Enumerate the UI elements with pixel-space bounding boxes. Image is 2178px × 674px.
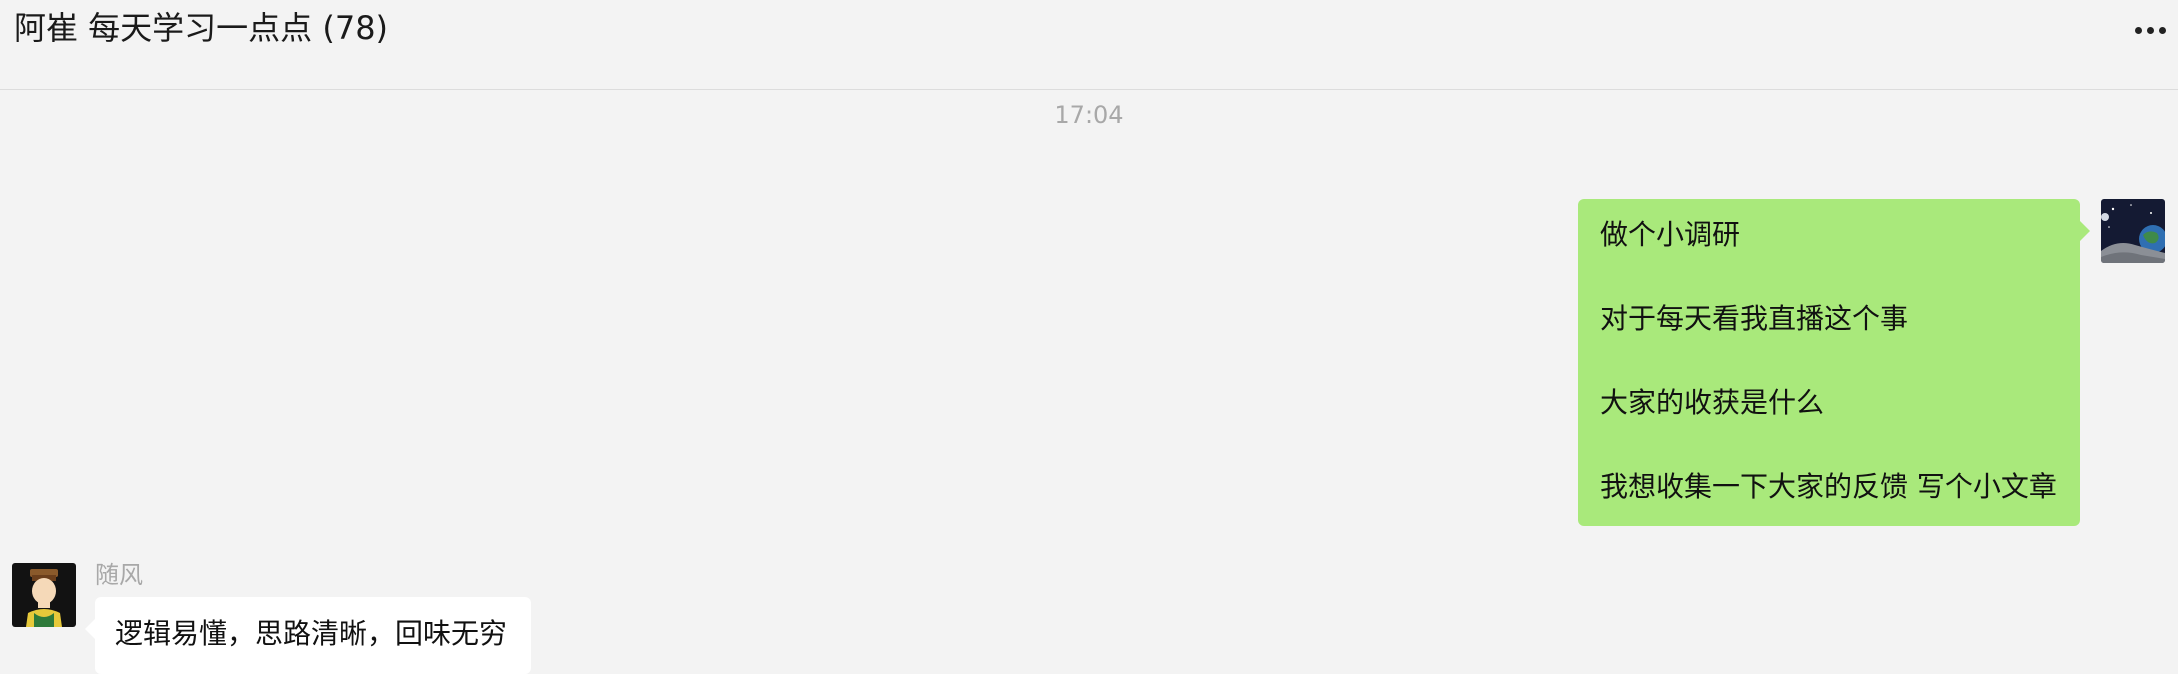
chat-title: 阿崔 每天学习一点点 (78): [14, 9, 389, 47]
chat-header: 阿崔 每天学习一点点 (78): [0, 0, 2178, 90]
message-line: 大家的收获是什么: [1600, 386, 1825, 419]
more-dot: [2146, 26, 2154, 34]
space-earth-avatar-icon: [2101, 199, 2165, 263]
message-line: 我想收集一下大家的反馈 写个小文章: [1600, 470, 2057, 503]
sender-name: 随风: [95, 561, 143, 589]
other-message-bubble[interactable]: 逻辑易懂，思路清晰，回味无穷: [85, 597, 531, 674]
message-line: 对于每天看我直播这个事: [1600, 302, 1909, 335]
message-timestamp: 17:04: [1054, 101, 1124, 129]
self-message-bubble[interactable]: 做个小调研 对于每天看我直播这个事 大家的收获是什么 我想收集一下大家的反馈 写…: [1578, 199, 2090, 526]
message-line: 做个小调研: [1600, 218, 1741, 251]
more-dots-icon: [2134, 26, 2142, 34]
cartoon-person-avatar-icon: [12, 563, 76, 627]
more-dot: [2158, 26, 2166, 34]
more-options-button[interactable]: [2126, 14, 2174, 46]
other-avatar[interactable]: [12, 563, 76, 627]
message-text: 逻辑易懂，思路清晰，回味无穷: [115, 617, 508, 650]
self-avatar[interactable]: [2101, 199, 2165, 263]
